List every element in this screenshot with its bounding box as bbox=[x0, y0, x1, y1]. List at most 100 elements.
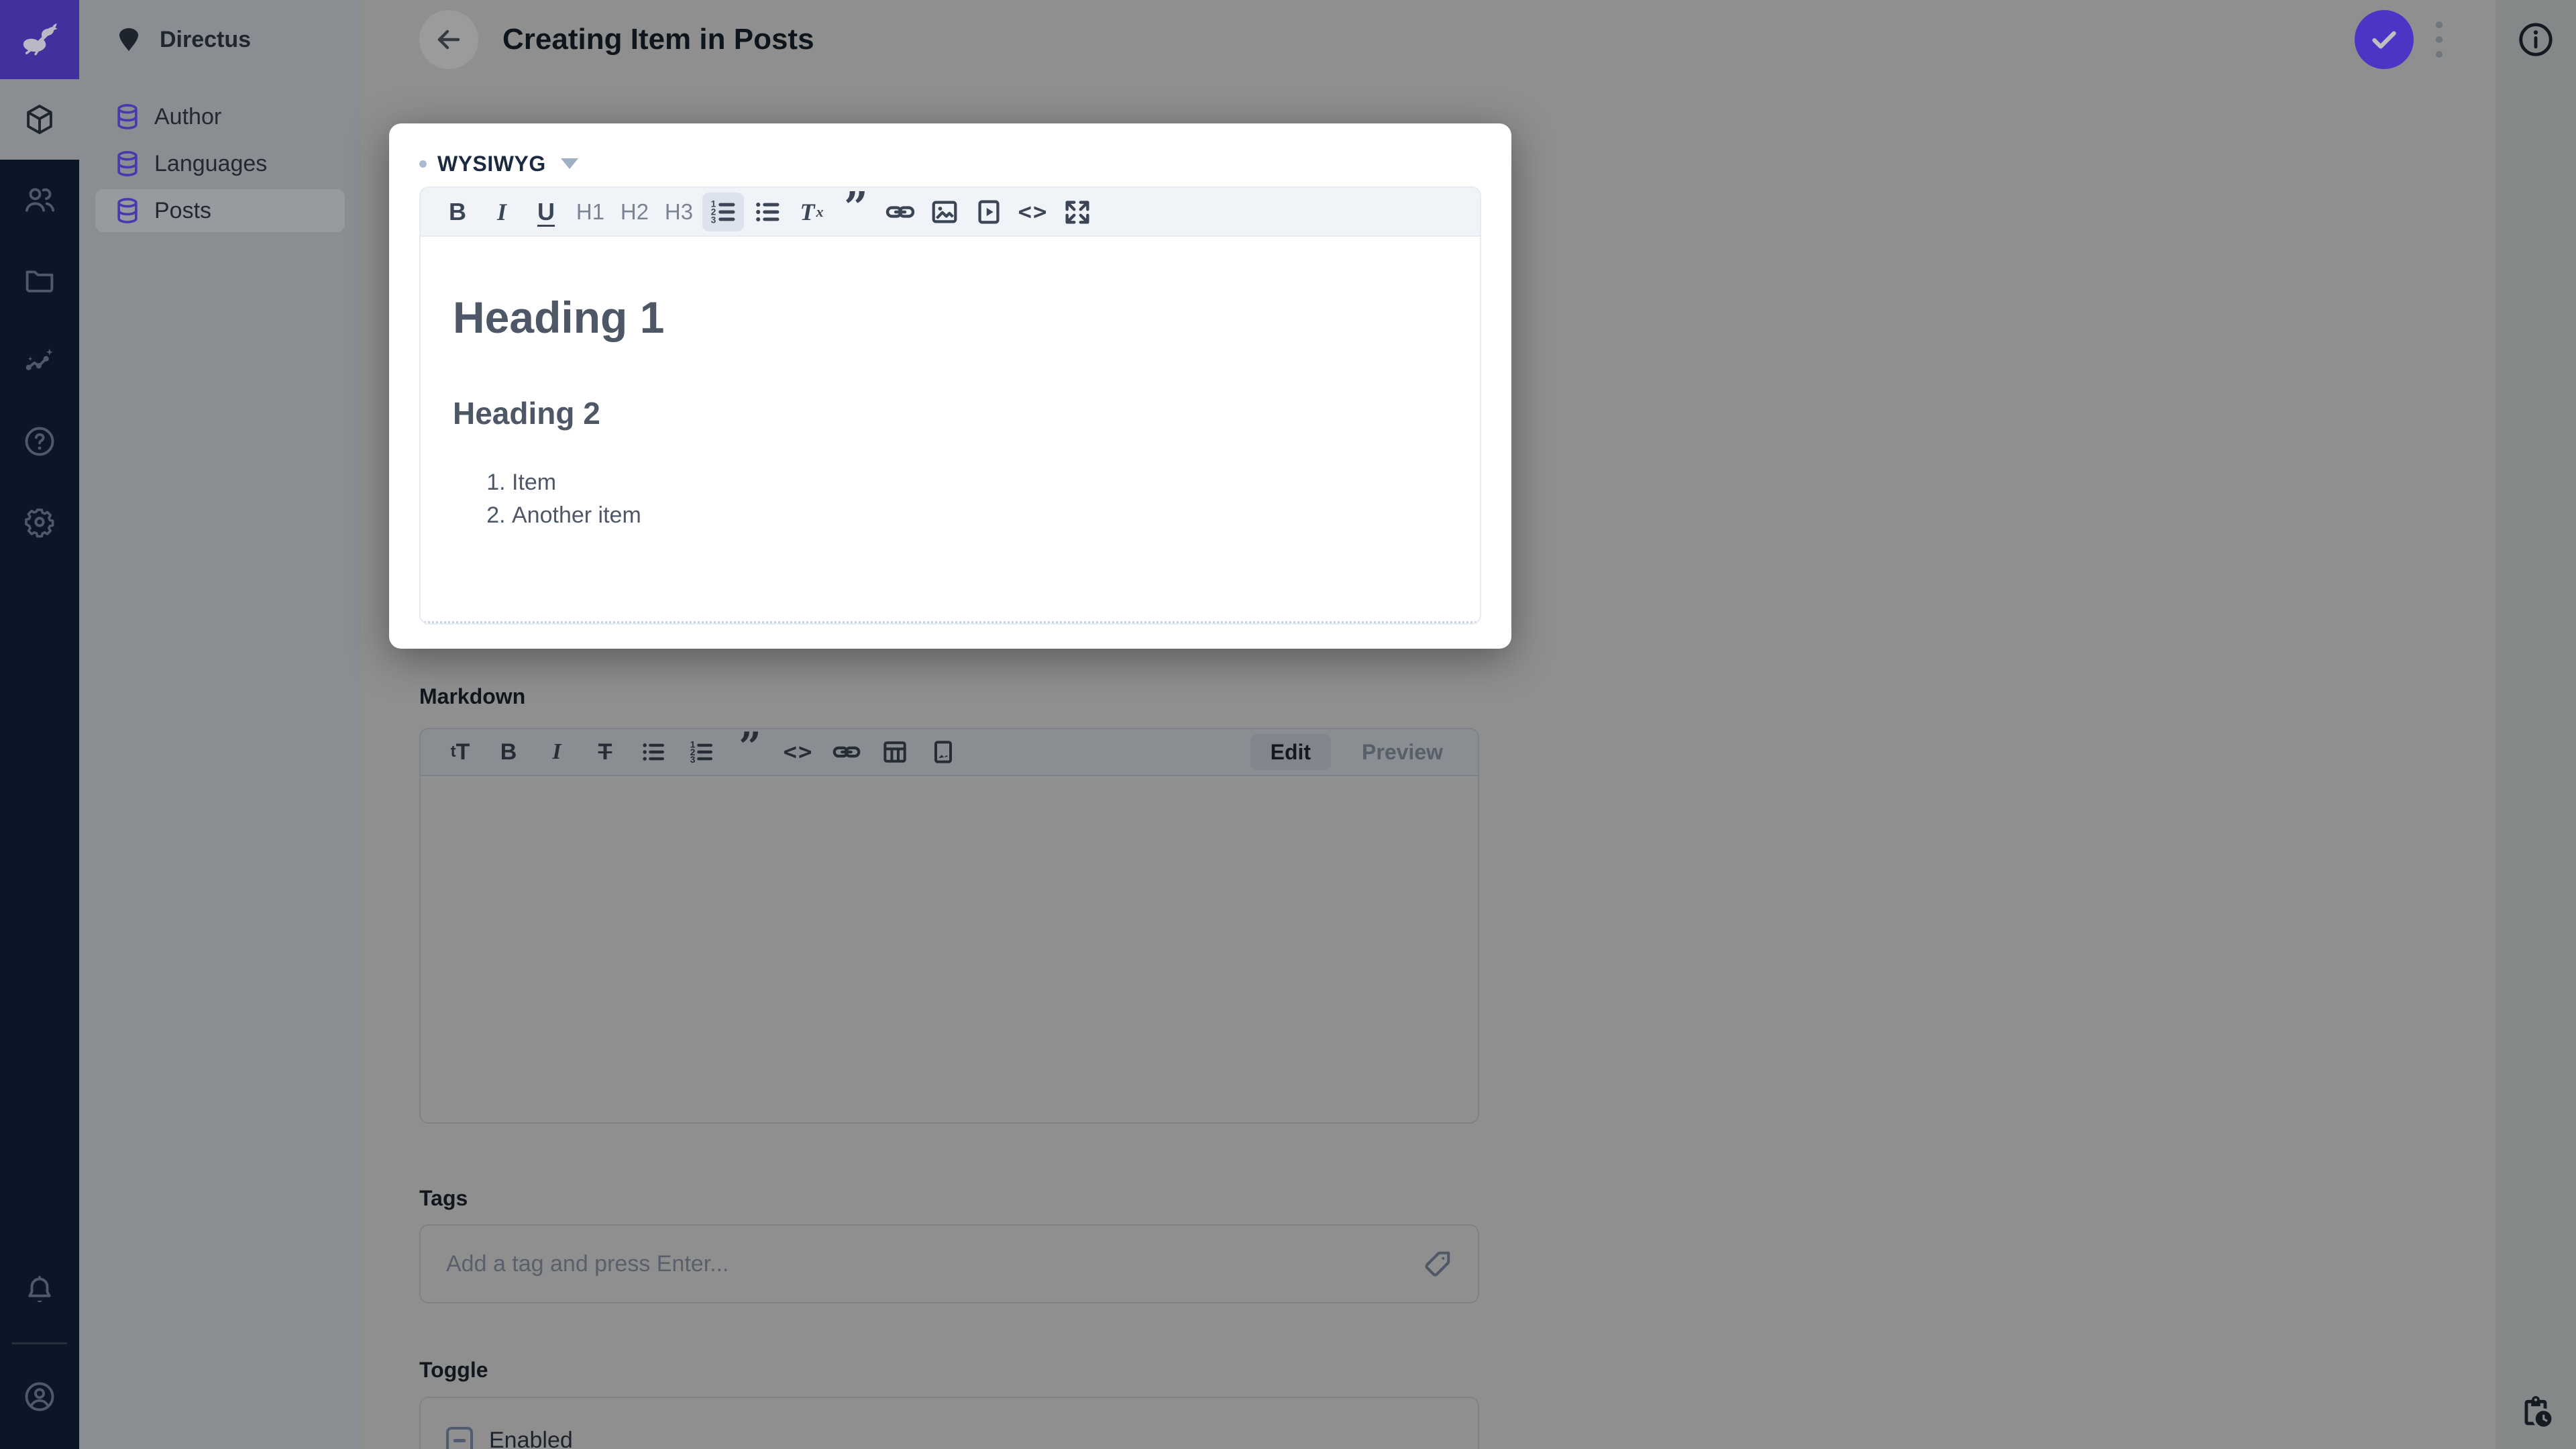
link-button[interactable] bbox=[879, 193, 921, 231]
right-sidebar-strip bbox=[2496, 0, 2576, 1449]
bullet-list-button[interactable] bbox=[747, 193, 788, 231]
wysiwyg-toolbar: B I U H1 H2 H3 1 2 3 Tx ” <> bbox=[421, 188, 1480, 235]
link-icon bbox=[885, 205, 915, 218]
link-icon bbox=[833, 746, 861, 758]
database-icon bbox=[117, 104, 138, 129]
markdown-field-label: Markdown bbox=[419, 684, 526, 708]
module-content[interactable] bbox=[0, 79, 79, 160]
heading1-button[interactable]: H1 bbox=[570, 193, 611, 231]
md-image-button[interactable] bbox=[922, 733, 964, 771]
gear-icon bbox=[25, 508, 54, 538]
chevron-down-icon[interactable] bbox=[560, 158, 578, 169]
database-icon bbox=[117, 198, 138, 223]
more-options-button[interactable] bbox=[2419, 10, 2459, 69]
underline-button[interactable]: U bbox=[525, 193, 567, 231]
wysiwyg-field-card: WYSIWYG B I U H1 H2 H3 1 2 3 T x ” <> He… bbox=[389, 123, 1511, 649]
collections-sidebar: Directus Author Languages Posts bbox=[79, 0, 361, 1449]
avatar-icon bbox=[25, 1382, 54, 1411]
bullet-list-icon bbox=[756, 202, 780, 221]
modulebar-divider bbox=[12, 1342, 67, 1344]
tags-input[interactable]: Add a tag and press Enter... bbox=[419, 1224, 1479, 1303]
md-italic-button[interactable]: I bbox=[536, 733, 578, 771]
toggle-field: Enabled bbox=[419, 1397, 1479, 1449]
markdown-textarea[interactable] bbox=[421, 776, 1478, 1122]
notifications-button[interactable] bbox=[0, 1250, 79, 1330]
md-code-button[interactable]: <> bbox=[777, 733, 819, 771]
toggle-checkbox[interactable] bbox=[446, 1427, 473, 1449]
wysiwyg-content-area[interactable]: Heading 1 Heading 2 Item Another item bbox=[421, 235, 1480, 623]
blockquote-button[interactable]: ” bbox=[835, 188, 877, 231]
source-code-button[interactable]: <> bbox=[1012, 193, 1054, 231]
info-button[interactable] bbox=[2516, 20, 2555, 59]
directus-logo[interactable] bbox=[0, 0, 79, 79]
module-files[interactable] bbox=[0, 240, 79, 321]
users-icon bbox=[25, 188, 55, 212]
insights-icon bbox=[25, 348, 53, 370]
sidebar-item-author[interactable]: Author bbox=[95, 95, 345, 138]
video-icon bbox=[978, 200, 1000, 223]
md-link-button[interactable] bbox=[826, 733, 867, 771]
content-cube-icon bbox=[27, 105, 52, 134]
md-table-button[interactable] bbox=[874, 733, 916, 771]
page-header: Creating Item in Posts bbox=[361, 0, 2496, 79]
list-item: Another item bbox=[512, 499, 1448, 532]
insert-image-button[interactable] bbox=[924, 193, 965, 231]
module-users[interactable] bbox=[0, 160, 79, 240]
user-menu-button[interactable] bbox=[0, 1356, 79, 1437]
wysiwyg-label-row: WYSIWYG bbox=[419, 142, 1481, 185]
ordered-list-button[interactable]: 1 2 3 bbox=[702, 192, 744, 231]
info-icon bbox=[2519, 23, 2553, 56]
save-button[interactable] bbox=[2355, 10, 2414, 69]
project-name: Directus bbox=[160, 26, 252, 52]
svg-text:3: 3 bbox=[711, 215, 716, 225]
module-bar bbox=[0, 0, 79, 1449]
md-bold-button[interactable]: B bbox=[488, 733, 529, 771]
insert-media-button[interactable] bbox=[968, 193, 1010, 231]
project-gem-icon bbox=[119, 28, 138, 51]
md-preview-tab[interactable]: Preview bbox=[1342, 734, 1463, 770]
italic-button[interactable]: I bbox=[481, 193, 523, 231]
heading3-button[interactable]: H3 bbox=[658, 193, 700, 231]
markdown-toolbar: tT B I T 1 2 3 ” <> Edit Preview bbox=[421, 729, 1478, 776]
md-strikethrough-button[interactable]: T bbox=[584, 733, 626, 771]
ordered-list-icon: 1 2 3 bbox=[690, 739, 712, 765]
table-icon bbox=[883, 741, 906, 763]
content-heading1: Heading 1 bbox=[453, 292, 665, 342]
tags-placeholder: Add a tag and press Enter... bbox=[446, 1250, 729, 1277]
module-settings[interactable] bbox=[0, 482, 79, 562]
wysiwyg-field-label: WYSIWYG bbox=[437, 151, 546, 176]
ordered-list-icon: 1 2 3 bbox=[711, 199, 735, 225]
md-bullet-list-button[interactable] bbox=[633, 733, 674, 771]
heading2-button[interactable]: H2 bbox=[614, 193, 655, 231]
image-icon bbox=[934, 741, 953, 763]
check-icon bbox=[2372, 31, 2396, 49]
toggle-checkbox-label: Enabled bbox=[489, 1427, 573, 1449]
md-heading-size-button[interactable]: tT bbox=[439, 733, 481, 771]
fullscreen-icon bbox=[1065, 200, 1089, 224]
fullscreen-button[interactable] bbox=[1057, 193, 1098, 231]
help-icon bbox=[25, 427, 54, 456]
sidebar-item-posts[interactable]: Posts bbox=[95, 189, 345, 232]
database-icon bbox=[117, 151, 138, 176]
arrow-left-icon bbox=[437, 30, 460, 50]
module-help[interactable] bbox=[0, 401, 79, 482]
md-ordered-list-button[interactable]: 1 2 3 bbox=[681, 733, 722, 771]
page-title: Creating Item in Posts bbox=[502, 23, 814, 56]
project-header[interactable]: Directus bbox=[79, 0, 361, 79]
back-button[interactable] bbox=[419, 10, 478, 69]
wysiwyg-editor: B I U H1 H2 H3 1 2 3 Tx ” <> Heading 1 H… bbox=[419, 186, 1481, 625]
pending-actions-icon bbox=[2524, 1396, 2552, 1427]
svg-text:3: 3 bbox=[690, 755, 696, 765]
image-icon bbox=[932, 201, 957, 223]
tag-icon bbox=[1425, 1251, 1450, 1277]
bold-button[interactable]: B bbox=[437, 193, 478, 231]
folder-icon bbox=[25, 270, 54, 292]
edited-dot-indicator bbox=[419, 160, 427, 168]
tags-field-label: Tags bbox=[419, 1186, 468, 1210]
clear-formatting-button[interactable]: Tx bbox=[791, 193, 833, 231]
sidebar-item-languages[interactable]: Languages bbox=[95, 142, 345, 185]
md-blockquote-button[interactable]: ” bbox=[729, 729, 771, 771]
module-insights[interactable] bbox=[0, 321, 79, 401]
md-edit-tab[interactable]: Edit bbox=[1250, 734, 1332, 770]
revisions-button[interactable] bbox=[2516, 1393, 2555, 1432]
